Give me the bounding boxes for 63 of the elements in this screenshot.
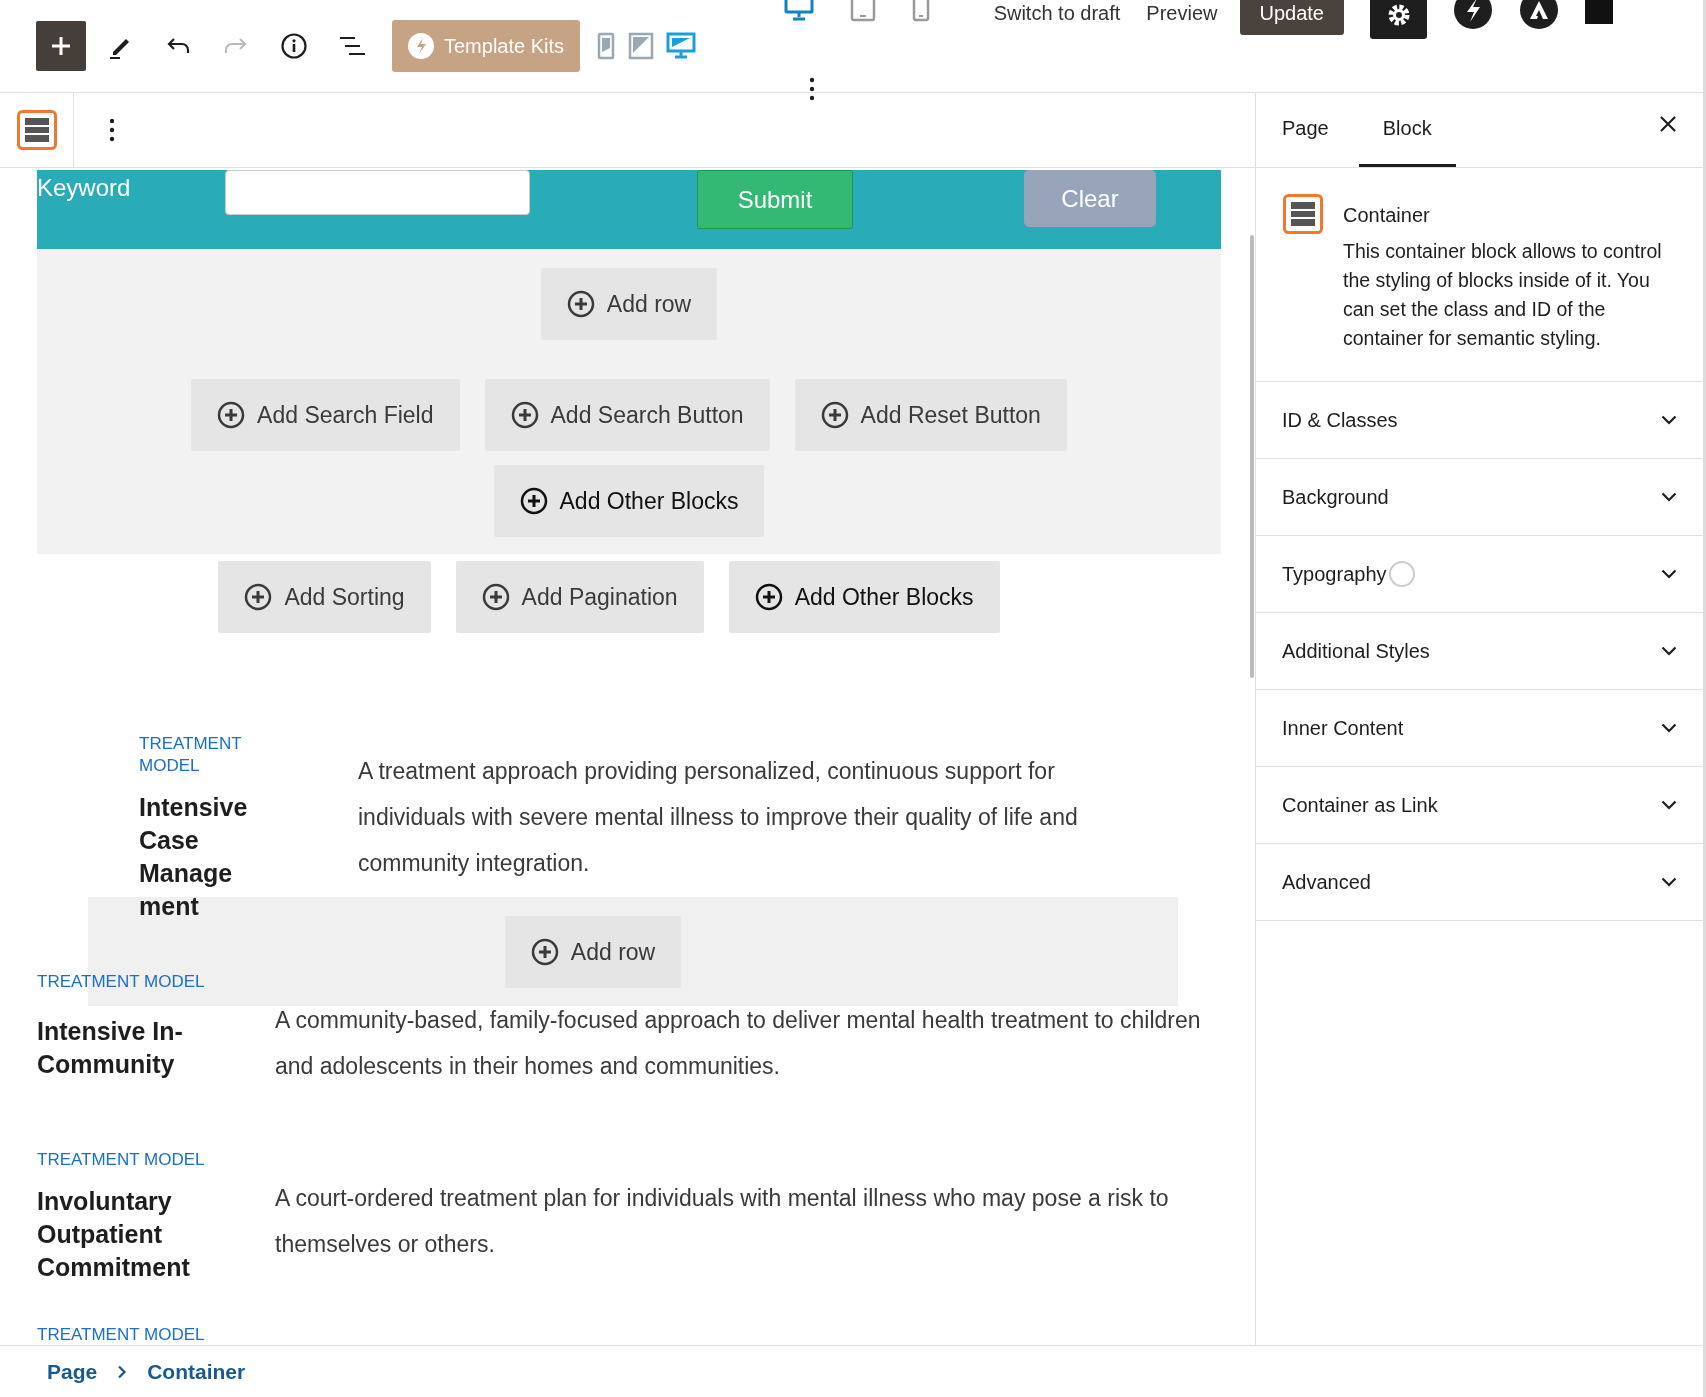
plus-circle-icon bbox=[244, 583, 273, 611]
plus-circle-icon bbox=[820, 401, 849, 429]
settings-panel-toggle[interactable]: ID & Classes bbox=[1256, 382, 1703, 459]
add-block-button[interactable]: Add row bbox=[504, 916, 682, 988]
bolt-icon bbox=[408, 33, 434, 59]
container-block-icon bbox=[1283, 194, 1323, 234]
plus-circle-icon bbox=[217, 401, 246, 429]
add-block-button[interactable]: Add Other Blocks bbox=[728, 561, 1000, 633]
add-block-button[interactable]: Add Sorting bbox=[218, 561, 431, 633]
phone-icon[interactable] bbox=[911, 0, 930, 22]
add-block-button[interactable]: Add Search Field bbox=[191, 379, 460, 451]
item-title: Intensive In-Community bbox=[37, 1016, 184, 1080]
settings-button[interactable] bbox=[1370, 0, 1427, 39]
block-name: Container bbox=[1343, 204, 1431, 227]
item-description: A community-based, family-focused approach to deliver mental health treatment to children and adolescents in their homes and communities. bbox=[275, 1006, 1202, 1081]
panel-label: Typography bbox=[1282, 562, 1387, 586]
plus-circle-icon bbox=[754, 583, 783, 611]
container-block-icon[interactable] bbox=[16, 110, 57, 150]
add-block-button[interactable]: Add Reset Button bbox=[794, 379, 1067, 451]
item-title: Intensive Case Management bbox=[139, 792, 249, 922]
more-options-icon[interactable] bbox=[808, 76, 816, 102]
chevron-right-icon bbox=[117, 1364, 128, 1379]
settings-panel-toggle[interactable]: Typography bbox=[1256, 536, 1703, 613]
category-label: TREATMENT MODEL bbox=[37, 1324, 206, 1345]
sidebar-tab[interactable]: Page bbox=[1266, 93, 1345, 167]
close-icon[interactable] bbox=[1659, 115, 1677, 133]
more-options-icon[interactable] bbox=[108, 117, 116, 143]
monitor-icon[interactable] bbox=[783, 0, 814, 22]
add-block-button[interactable] bbox=[36, 21, 86, 71]
settings-panel-toggle[interactable]: Container as Link bbox=[1256, 767, 1703, 844]
add-block-button[interactable]: Add Search Button bbox=[484, 379, 770, 451]
plus-circle-icon bbox=[519, 487, 548, 515]
sidebar-tab[interactable]: Block bbox=[1358, 93, 1456, 167]
plus-circle-icon bbox=[566, 290, 595, 318]
update-button[interactable]: Update bbox=[1239, 0, 1344, 35]
item-title: Involuntary Outpatient Commitment bbox=[37, 1186, 191, 1283]
plus-circle-icon bbox=[530, 938, 559, 966]
plus-circle-icon bbox=[510, 401, 539, 429]
tablet-icon[interactable] bbox=[849, 0, 876, 22]
settings-panel-toggle[interactable]: Inner Content bbox=[1256, 690, 1703, 767]
settings-panel-toggle[interactable]: Advanced bbox=[1256, 844, 1703, 921]
item-description: A treatment approach providing personalized, continuous support for individuals with severe mental illness to improve their quality of life and community integration. bbox=[358, 757, 1079, 878]
category-label: TREATMENT MODEL bbox=[37, 1149, 206, 1171]
keyword-field[interactable] bbox=[225, 170, 530, 215]
monitor-icon[interactable] bbox=[666, 32, 697, 60]
switch-to-draft-button[interactable]: Switch to draft bbox=[993, 0, 1121, 25]
add-block-button[interactable]: Add Other Blocks bbox=[493, 465, 765, 537]
category-label: TREATMENT MODEL bbox=[37, 971, 206, 993]
info-icon[interactable] bbox=[281, 33, 307, 59]
add-block-button[interactable]: Add Pagination bbox=[455, 561, 704, 633]
plus-circle-icon bbox=[481, 583, 510, 611]
breadcrumb-link[interactable]: Page bbox=[47, 1359, 98, 1384]
preview-button[interactable]: Preview bbox=[1146, 0, 1218, 25]
peak-logo-icon[interactable] bbox=[1519, 0, 1559, 30]
bolt-logo-icon[interactable] bbox=[1453, 0, 1493, 30]
field-label: Keyword bbox=[37, 173, 132, 202]
settings-panel-toggle[interactable]: Background bbox=[1256, 459, 1703, 536]
settings-panel-toggle[interactable]: Additional Styles bbox=[1256, 613, 1703, 690]
breadcrumb-link[interactable]: Container bbox=[147, 1359, 246, 1384]
block-description: This container block allows to control the styling of blocks inside of it. You can set the class and ID of the container for semantic styling. bbox=[1343, 239, 1663, 351]
scrollbar[interactable] bbox=[1250, 235, 1254, 678]
add-block-button[interactable]: Add row bbox=[540, 268, 718, 340]
item-description: A court-ordered treatment plan for individuals with mental illness who may pose a risk to themselves or others. bbox=[275, 1184, 1170, 1259]
